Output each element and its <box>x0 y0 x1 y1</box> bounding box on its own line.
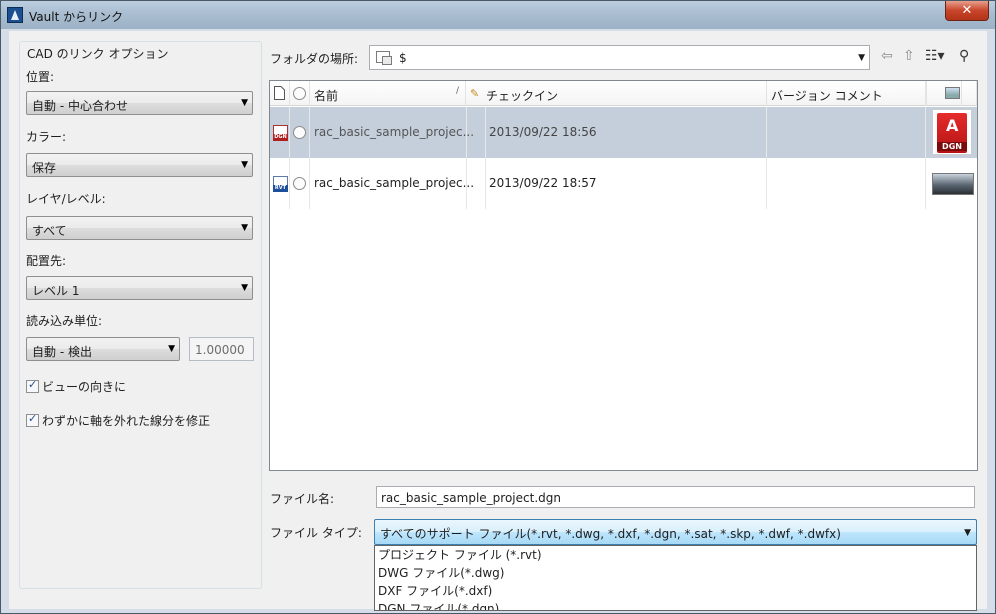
checkin-cell: 2013/09/22 18:57 <box>489 176 597 190</box>
units-label: 読み込み単位: <box>26 314 103 328</box>
position-label: 位置: <box>26 70 55 84</box>
column-version-comment: バージョン コメント <box>771 89 883 103</box>
chevron-down-icon: ▼ <box>858 53 865 63</box>
orient-label: ビューの向きに <box>42 380 127 394</box>
units-combo[interactable]: 自動 - 検出 ▼ <box>26 337 180 361</box>
autocad-logo-icon: A <box>946 116 959 135</box>
folder-location-combo[interactable]: $ ▼ <box>369 45 870 70</box>
file-name-cell: rac_basic_sample_projec... <box>314 125 475 139</box>
file-name-cell: rac_basic_sample_projec... <box>314 176 475 190</box>
correct-lines-checkbox[interactable]: わずかに軸を外れた線分を修正 <box>26 412 210 429</box>
up-folder-icon[interactable]: ⇧ <box>903 48 915 64</box>
view-menu-icon[interactable]: ☷▾ <box>925 48 945 64</box>
file-type-cell: DGN <box>270 107 290 158</box>
document-icon <box>274 86 285 100</box>
correct-label: わずかに軸を外れた線分を修正 <box>42 414 211 428</box>
file-list-header: 名前 / ✎ チェックイン バージョン コメント <box>270 81 977 106</box>
edit-state-cell <box>466 158 486 209</box>
dropdown-option-rvt[interactable]: プロジェクト ファイル (*.rvt) <box>375 546 976 564</box>
position-combo[interactable]: 自動 - 中心合わせ ▼ <box>26 91 253 115</box>
edit-state-cell <box>466 107 486 158</box>
rvt-thumbnail <box>932 173 974 195</box>
color-label: カラー: <box>26 130 67 144</box>
dgn-file-icon: DGN <box>273 125 288 141</box>
file-type-combo[interactable]: すべてのサポート ファイル(*.rvt, *.dwg, *.dxf, *.dgn… <box>374 519 977 545</box>
revit-app-icon <box>7 7 23 23</box>
chevron-down-icon: ▼ <box>241 160 248 170</box>
version-comment-cell <box>766 107 926 158</box>
table-row[interactable]: RVT rac_basic_sample_projec... 2013/09/2… <box>270 158 977 209</box>
header-type-col[interactable] <box>270 81 290 106</box>
position-value: 自動 - 中心合わせ <box>32 99 128 113</box>
sort-indicator-icon: / <box>455 86 459 96</box>
orient-to-view-checkbox[interactable]: ビューの向きに <box>26 378 126 395</box>
pencil-icon: ✎ <box>470 87 480 100</box>
dropdown-option-dwg[interactable]: DWG ファイル(*.dwg) <box>375 564 976 582</box>
units-value: 自動 - 検出 <box>32 345 92 359</box>
placement-value: レベル 1 <box>32 284 80 298</box>
version-comment-cell <box>766 158 926 209</box>
folder-location-value: $ <box>399 51 407 65</box>
title-bar[interactable]: Vault からリンク ✕ <box>1 1 995 29</box>
header-thumbnail-col[interactable] <box>926 81 977 106</box>
chevron-down-icon: ▼ <box>241 283 248 293</box>
chevron-down-icon: ▼ <box>964 528 971 538</box>
checkbox-checked-icon[interactable] <box>26 378 39 393</box>
file-name-label: ファイル名: <box>270 492 335 506</box>
chevron-down-icon: ▼ <box>241 98 248 108</box>
layer-combo[interactable]: すべて ▼ <box>26 216 253 240</box>
file-type-label: ファイル タイプ: <box>270 526 362 540</box>
rvt-file-icon: RVT <box>273 176 288 192</box>
header-name-col[interactable]: 名前 / <box>310 81 466 106</box>
column-name: 名前 <box>314 89 339 103</box>
chevron-down-icon: ▼ <box>168 344 175 354</box>
file-list[interactable]: 名前 / ✎ チェックイン バージョン コメント DGN rac_basic_s… <box>269 80 978 471</box>
chevron-down-icon: ▼ <box>241 223 248 233</box>
thumbnail-label: DGN <box>937 142 967 151</box>
folder-location-label: フォルダの場所: <box>270 52 359 66</box>
color-combo[interactable]: 保存 ▼ <box>26 153 253 177</box>
dropdown-option-dgn[interactable]: DGN ファイル(*.dgn) <box>375 600 976 610</box>
back-arrow-icon[interactable]: ⇦ <box>881 48 893 64</box>
file-type-cell: RVT <box>270 158 290 209</box>
scale-value: 1.00000 <box>195 343 245 357</box>
image-icon <box>945 87 960 99</box>
dialog-client-area: CAD のリンク オプション 位置: 自動 - 中心合わせ ▼ カラー: 保存 … <box>9 31 987 611</box>
file-type-value: すべてのサポート ファイル(*.rvt, *.dwg, *.dxf, *.dgn… <box>380 527 841 541</box>
status-circle-icon <box>293 177 306 190</box>
status-circle-icon <box>293 87 306 100</box>
column-checkin: チェックイン <box>486 89 559 103</box>
color-value: 保存 <box>32 161 57 175</box>
checkin-cell: 2013/09/22 18:56 <box>489 125 597 139</box>
layer-value: すべて <box>32 224 67 238</box>
status-cell <box>290 107 310 158</box>
find-binoculars-icon[interactable]: ⚲ <box>959 48 969 64</box>
file-name-value: rac_basic_sample_project.dgn <box>381 491 561 505</box>
group-title: CAD のリンク オプション <box>25 45 171 62</box>
file-type-dropdown-list[interactable]: プロジェクト ファイル (*.rvt) DWG ファイル(*.dwg) DXF … <box>374 545 977 611</box>
placement-label: 配置先: <box>26 254 67 268</box>
checkbox-checked-icon[interactable] <box>26 412 39 427</box>
scale-field: 1.00000 <box>189 337 254 361</box>
close-button[interactable]: ✕ <box>945 1 989 21</box>
placement-combo[interactable]: レベル 1 ▼ <box>26 276 253 300</box>
status-cell <box>290 158 310 209</box>
header-status-col[interactable] <box>290 81 310 106</box>
vault-link-dialog: Vault からリンク ✕ CAD のリンク オプション 位置: 自動 - 中心… <box>0 0 996 614</box>
vault-folder-icon <box>376 51 392 65</box>
layer-label: レイヤ/レベル: <box>26 192 106 206</box>
dgn-thumbnail: A DGN <box>932 109 972 155</box>
header-version-col[interactable]: バージョン コメント <box>766 81 926 106</box>
dropdown-option-dxf[interactable]: DXF ファイル(*.dxf) <box>375 582 976 600</box>
window-title: Vault からリンク <box>29 10 124 24</box>
status-circle-icon <box>293 126 306 139</box>
file-name-input[interactable]: rac_basic_sample_project.dgn <box>376 486 975 508</box>
table-row[interactable]: DGN rac_basic_sample_projec... 2013/09/2… <box>270 107 977 158</box>
